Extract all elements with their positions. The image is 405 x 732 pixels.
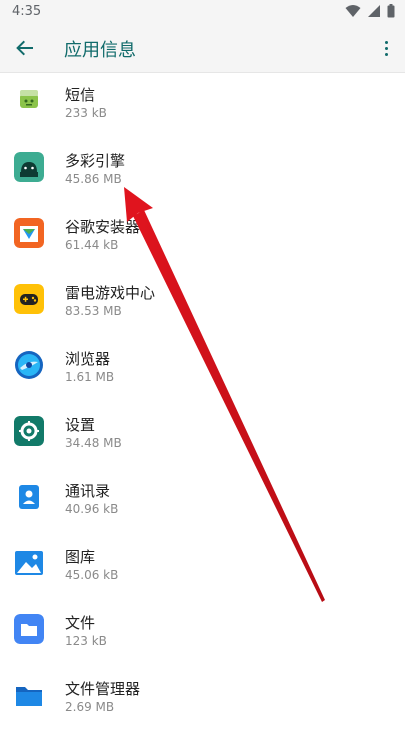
messages-icon: [14, 86, 44, 116]
app-name: 通讯录: [65, 482, 111, 500]
installer-icon: [14, 218, 44, 248]
list-item-browser[interactable]: 浏览器 1.61 MB: [0, 336, 405, 402]
list-item-messages[interactable]: 短信 233 kB: [0, 72, 405, 138]
app-name: 雷电游戏中心: [65, 284, 156, 302]
gallery-icon: [14, 548, 44, 578]
list-item-files[interactable]: 文件 123 kB: [0, 600, 405, 666]
signal-icon: [368, 5, 380, 17]
app-name: 文件管理器: [65, 680, 141, 698]
android-icon: [14, 152, 44, 182]
app-name: 谷歌安装器: [65, 218, 141, 236]
status-time: 4:35: [12, 4, 42, 19]
app-name: 短信: [65, 86, 96, 104]
app-size: 2.69 MB: [65, 700, 115, 714]
app-name: 浏览器: [65, 350, 111, 368]
app-list: 短信 233 kB 多彩引擎 45.86 MB 谷歌安装器 61.44 kB 雷…: [0, 72, 405, 721]
app-name: 多彩引擎: [65, 152, 126, 170]
list-item-contacts[interactable]: 通讯录 40.96 kB: [0, 468, 405, 534]
page-title: 应用信息: [64, 40, 136, 61]
app-name: 图库: [65, 548, 96, 566]
back-icon: [16, 40, 33, 56]
wifi-icon: [345, 5, 361, 17]
app-size: 61.44 kB: [65, 238, 119, 252]
app-size: 40.96 kB: [65, 502, 119, 516]
list-item-gallery[interactable]: 图库 45.06 kB: [0, 534, 405, 600]
battery-icon: [387, 4, 395, 18]
list-item-colorful-engine[interactable]: 多彩引擎 45.86 MB: [0, 138, 405, 204]
file-manager-icon: [14, 680, 44, 710]
app-size: 1.61 MB: [65, 370, 115, 384]
app-size: 45.06 kB: [65, 568, 119, 582]
status-bar: 4:35: [0, 0, 405, 24]
app-size: 123 kB: [65, 634, 107, 648]
app-bar: 应用信息: [0, 24, 405, 73]
overflow-menu-button[interactable]: [381, 36, 391, 60]
status-icons: [345, 4, 395, 18]
list-item-google-installer[interactable]: 谷歌安装器 61.44 kB: [0, 204, 405, 270]
app-size: 34.48 MB: [65, 436, 122, 450]
browser-icon: [14, 350, 44, 380]
app-size: 83.53 MB: [65, 304, 122, 318]
back-button[interactable]: [12, 36, 38, 60]
list-item-game-center[interactable]: 雷电游戏中心 83.53 MB: [0, 270, 405, 336]
app-name: 设置: [65, 416, 96, 434]
contacts-icon: [14, 482, 44, 512]
app-size: 45.86 MB: [65, 172, 122, 186]
gamepad-icon: [14, 284, 44, 314]
app-name: 文件: [65, 614, 96, 632]
settings-icon: [14, 416, 44, 446]
files-icon: [14, 614, 44, 644]
list-item-file-manager[interactable]: 文件管理器 2.69 MB: [0, 666, 405, 732]
app-size: 233 kB: [65, 106, 107, 120]
list-item-settings[interactable]: 设置 34.48 MB: [0, 402, 405, 468]
